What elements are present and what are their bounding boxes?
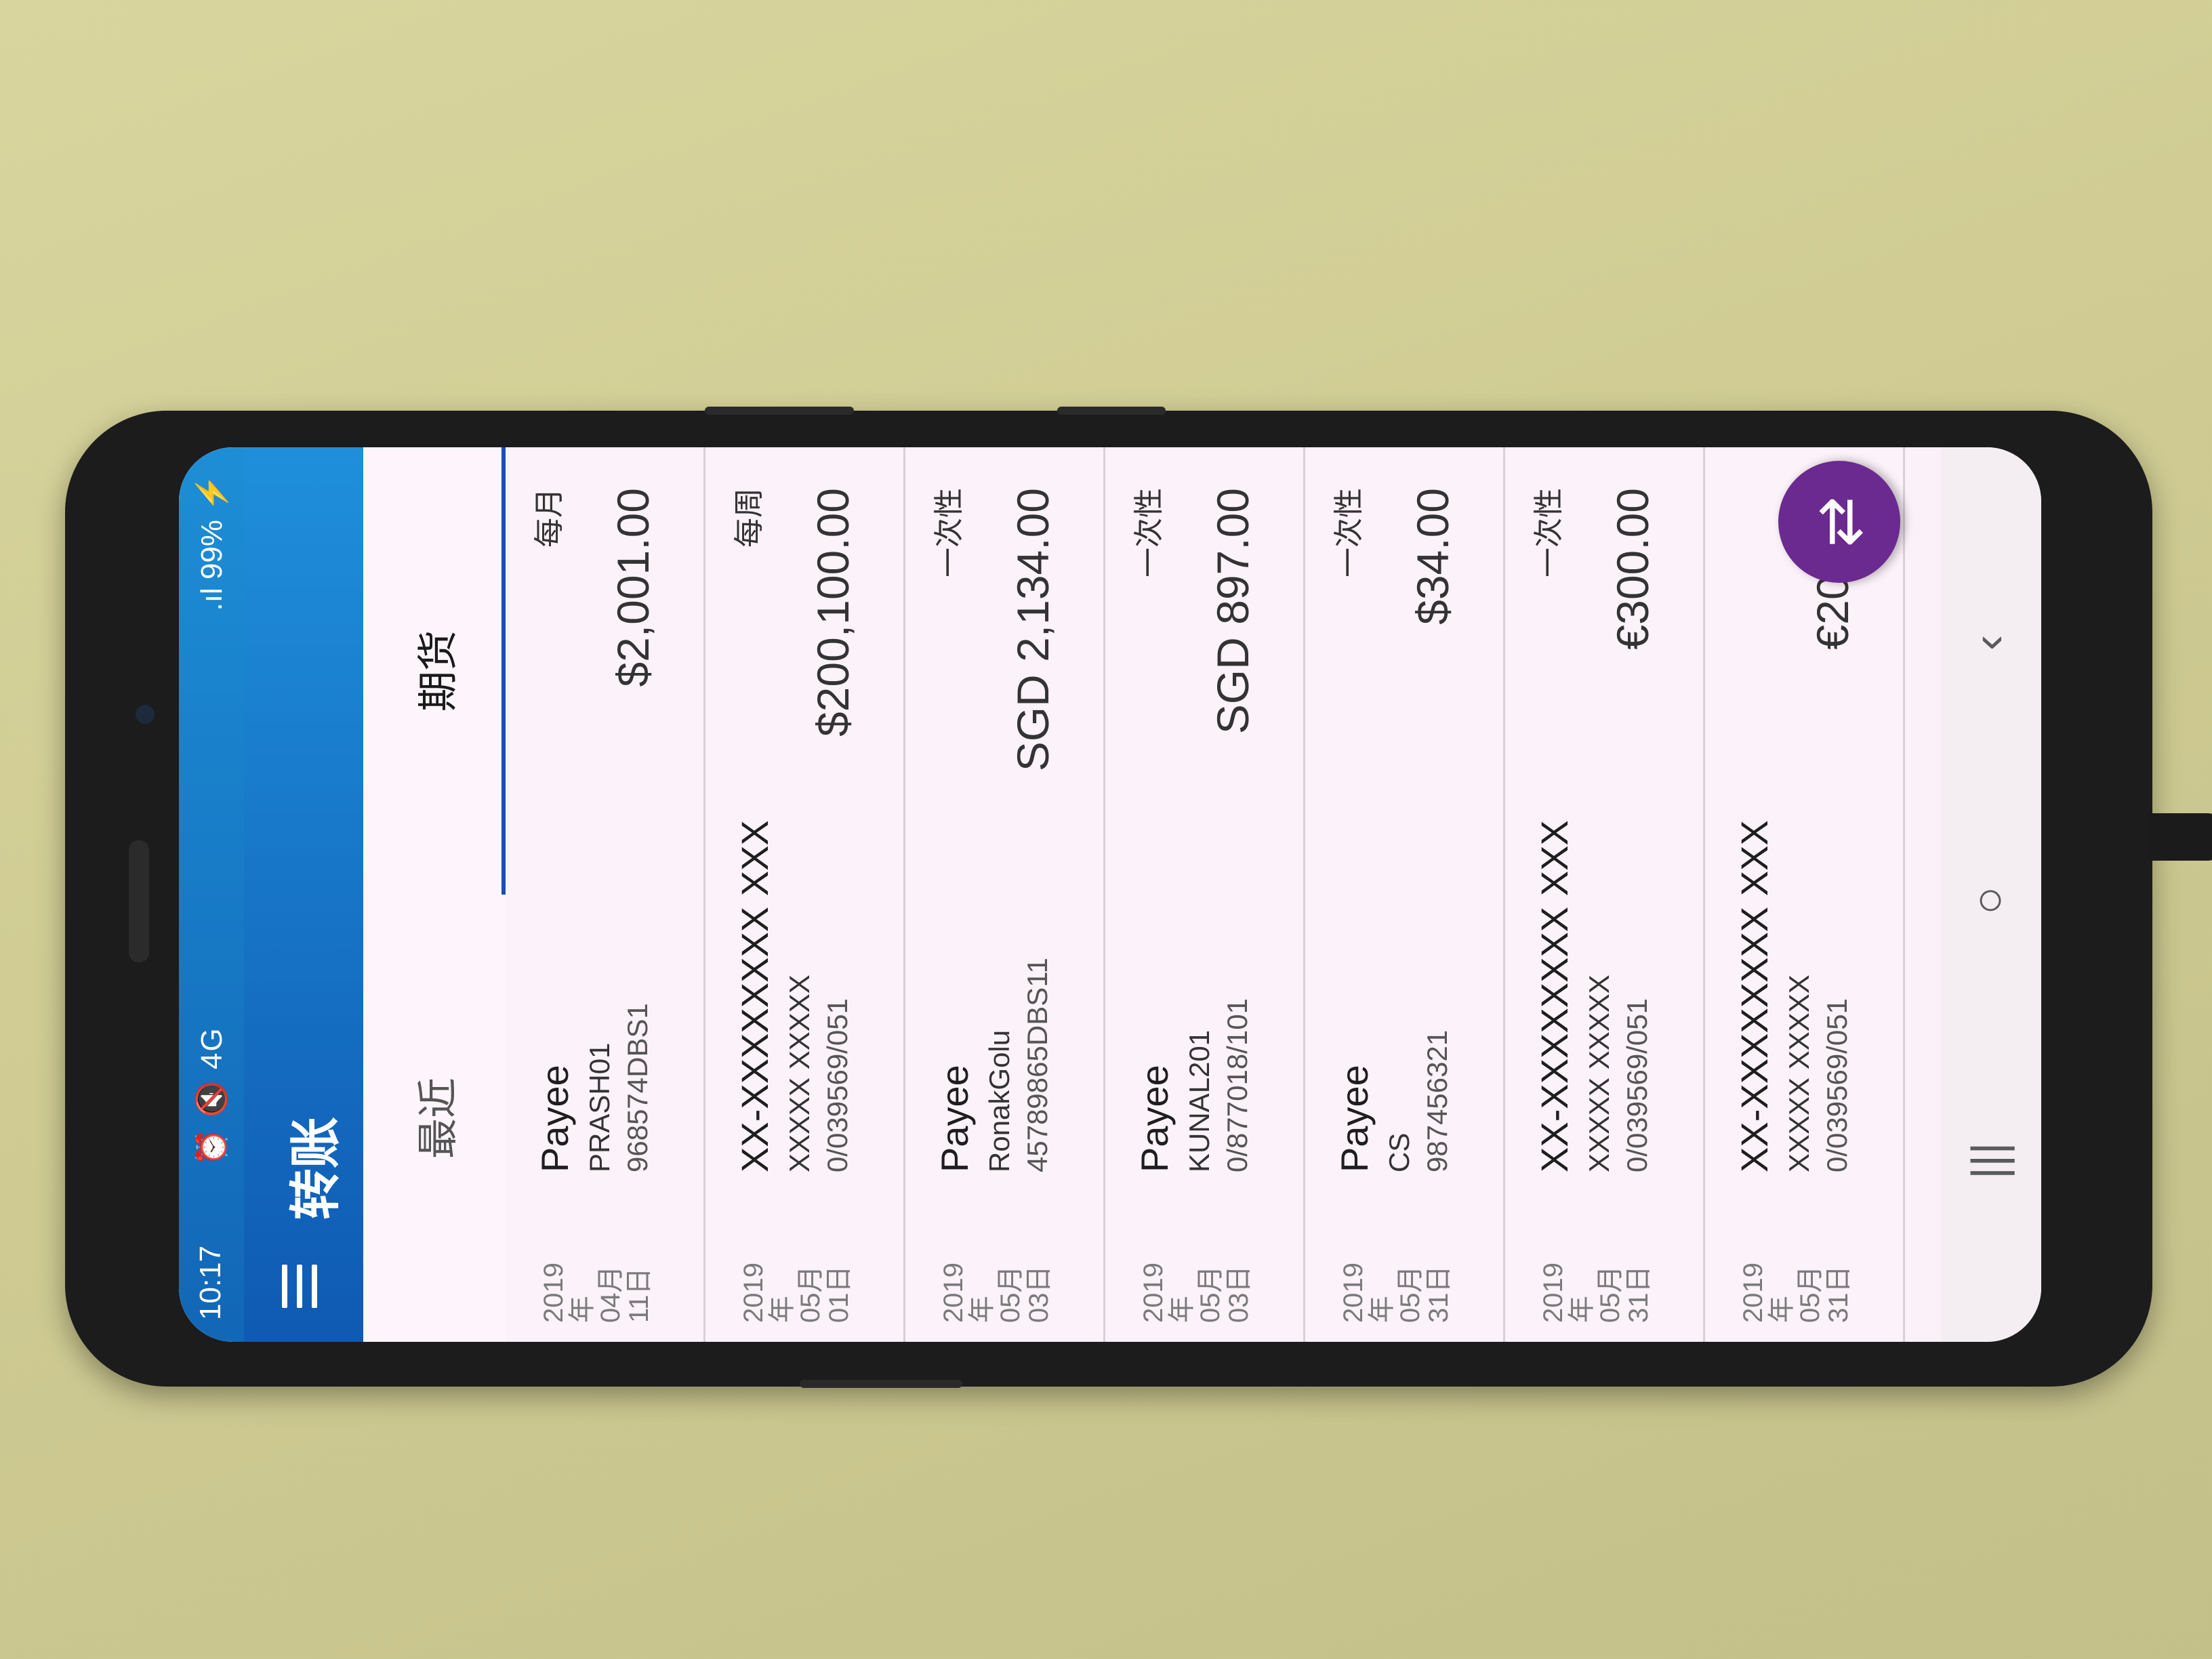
status-icons: ⏰ 🔇 4G — [195, 1027, 228, 1166]
transfer-date: 2019年 05月 03日 — [939, 1263, 1054, 1323]
transfer-date: 2019年 05月 03日 — [1139, 1263, 1254, 1323]
back-nav-icon[interactable]: ‹ — [1961, 635, 2015, 651]
recents-nav-icon[interactable]: ||| — [1961, 1142, 2015, 1179]
power-button — [800, 1380, 962, 1388]
payee-name: Payee — [533, 1065, 576, 1172]
payee-account: 0/039569/051 — [1621, 998, 1653, 1172]
transfer-amount: SGD 897.00 — [1208, 488, 1258, 735]
home-nav-icon[interactable]: ○ — [1961, 886, 2015, 915]
payee-nickname: XXXXX XXXXX — [783, 975, 815, 1172]
payee-account: 0/877018/101 — [1221, 998, 1253, 1172]
transfer-amount: $200,100.00 — [808, 488, 858, 737]
bixby-button — [1057, 407, 1166, 415]
transfer-list: 2019年 04月 11日 Payee PRASH01 968574DBS1 每月 … — [506, 447, 1905, 1342]
transfer-row[interactable]: 2019年 05月 03日 Payee RonakGolu 45789865DBS1… — [905, 447, 1105, 1342]
transfer-date: 2019年 05月 01日 — [739, 1263, 854, 1323]
payee-nickname: RonakGolu — [983, 1029, 1015, 1172]
transfer-frequency: 每周 — [733, 488, 766, 548]
transfer-row[interactable]: 2019年 04月 11日 Payee PRASH01 968574DBS1 每月 … — [506, 447, 705, 1342]
payee-account: 968574DBS1 — [621, 1003, 653, 1172]
transfer-frequency: 一次性 — [933, 488, 966, 577]
transfer-amount: €300.00 — [1607, 488, 1658, 650]
tab-bar: 最近 期货 — [363, 447, 506, 1342]
payee-name: Payee — [933, 1065, 976, 1172]
system-nav-bar: ||| ○ ‹ — [1941, 447, 2041, 1342]
payee-name: Payee — [1133, 1065, 1176, 1172]
payee-details: XX-XXXXXXXX XXX XXXXX XXXXX 0/039569/051 — [1732, 793, 1853, 1172]
app-ui: 10:17 ⏰ 🔇 4G .ıl 99% ⚡ 转账 最近 期货 2019年 04月… — [179, 447, 2041, 1342]
payee-name: Payee — [1333, 1065, 1376, 1172]
payee-details: Payee RonakGolu 45789865DBS11 — [933, 793, 1054, 1172]
phone-screen: 10:17 ⏰ 🔇 4G .ıl 99% ⚡ 转账 最近 期货 2019年 04月… — [179, 447, 2041, 1342]
payee-account: 0/039569/051 — [1821, 998, 1853, 1172]
payee-details: Payee PRASH01 968574DBS1 — [533, 793, 654, 1172]
earpiece — [129, 840, 149, 962]
status-bar: 10:17 ⏰ 🔇 4G .ıl 99% ⚡ — [179, 447, 244, 1342]
payee-details: XX-XXXXXXXX XXX XXXXX XXXXX 0/039569/051 — [1532, 793, 1654, 1172]
signal-battery-indicator: .ıl 99% ⚡ — [195, 474, 228, 611]
page-title: 转账 — [287, 1117, 345, 1220]
transfer-frequency: 一次性 — [1332, 488, 1366, 577]
transfer-row[interactable]: 2019年 05月 31日 Payee CS 987456321 一次性 $34.0… — [1305, 447, 1505, 1342]
transfer-date: 2019年 05月 31日 — [1738, 1263, 1853, 1323]
payee-name: XX-XXXXXXXX XXX — [1733, 820, 1776, 1172]
payee-nickname: XXXXX XXXXX — [1783, 975, 1815, 1172]
transfer-amount: $34.00 — [1408, 488, 1458, 625]
new-transfer-button[interactable]: ⇄ — [1778, 461, 1900, 583]
tab-scheduled[interactable]: 期货 — [363, 447, 506, 895]
payee-nickname: XXXXX XXXXX — [1583, 975, 1615, 1172]
payee-nickname: CS — [1383, 1132, 1415, 1172]
hamburger-menu-icon[interactable] — [282, 1265, 323, 1308]
transfer-amount: $2,001.00 — [608, 488, 658, 687]
usb-cable — [2147, 813, 2212, 861]
payee-account: 987456321 — [1421, 1029, 1453, 1172]
transfer-frequency: 一次性 — [1532, 488, 1565, 577]
payee-name: XX-XXXXXXXX XXX — [733, 820, 776, 1172]
payee-nickname: KUNAL201 — [1183, 1029, 1215, 1172]
status-time: 10:17 — [194, 1245, 227, 1320]
transfer-date: 2019年 05月 31日 — [1338, 1263, 1454, 1323]
transfer-frequency: 一次性 — [1132, 488, 1166, 577]
payee-nickname: PRASH01 — [583, 1042, 615, 1172]
transfer-row[interactable]: 2019年 05月 01日 XX-XXXXXXXX XXX XXXXX XXXXX … — [705, 447, 905, 1342]
transfer-amount: SGD 2,134.00 — [1008, 488, 1058, 772]
volume-button — [705, 407, 854, 415]
payee-account: 0/039569/051 — [821, 998, 853, 1172]
payee-name: XX-XXXXXXXX XXX — [1533, 820, 1576, 1172]
payee-details: XX-XXXXXXXX XXX XXXXX XXXXX 0/039569/051 — [733, 793, 854, 1172]
transfer-frequency: 每月 — [533, 488, 566, 548]
tab-recent[interactable]: 最近 — [363, 895, 506, 1342]
payee-details: Payee KUNAL201 0/877018/101 — [1132, 793, 1254, 1172]
front-camera — [136, 705, 155, 724]
transfer-row[interactable]: 2019年 05月 03日 Payee KUNAL201 0/877018/101 … — [1105, 447, 1305, 1342]
app-bar: 转账 — [244, 447, 363, 1342]
payee-details: Payee CS 987456321 — [1332, 793, 1454, 1172]
transfer-arrows-icon: ⇄ — [1805, 496, 1874, 548]
transfer-date: 2019年 05月 31日 — [1538, 1263, 1654, 1323]
transfer-date: 2019年 04月 11日 — [539, 1263, 654, 1323]
transfer-row[interactable]: 2019年 05月 31日 XX-XXXXXXXX XXX XXXXX XXXXX … — [1505, 447, 1705, 1342]
transfer-row[interactable]: 2019年 05月 31日 XX-XXXXXXXX XXX XXXXX XXXXX … — [1705, 447, 1905, 1342]
payee-account: 45789865DBS11 — [1021, 958, 1053, 1172]
